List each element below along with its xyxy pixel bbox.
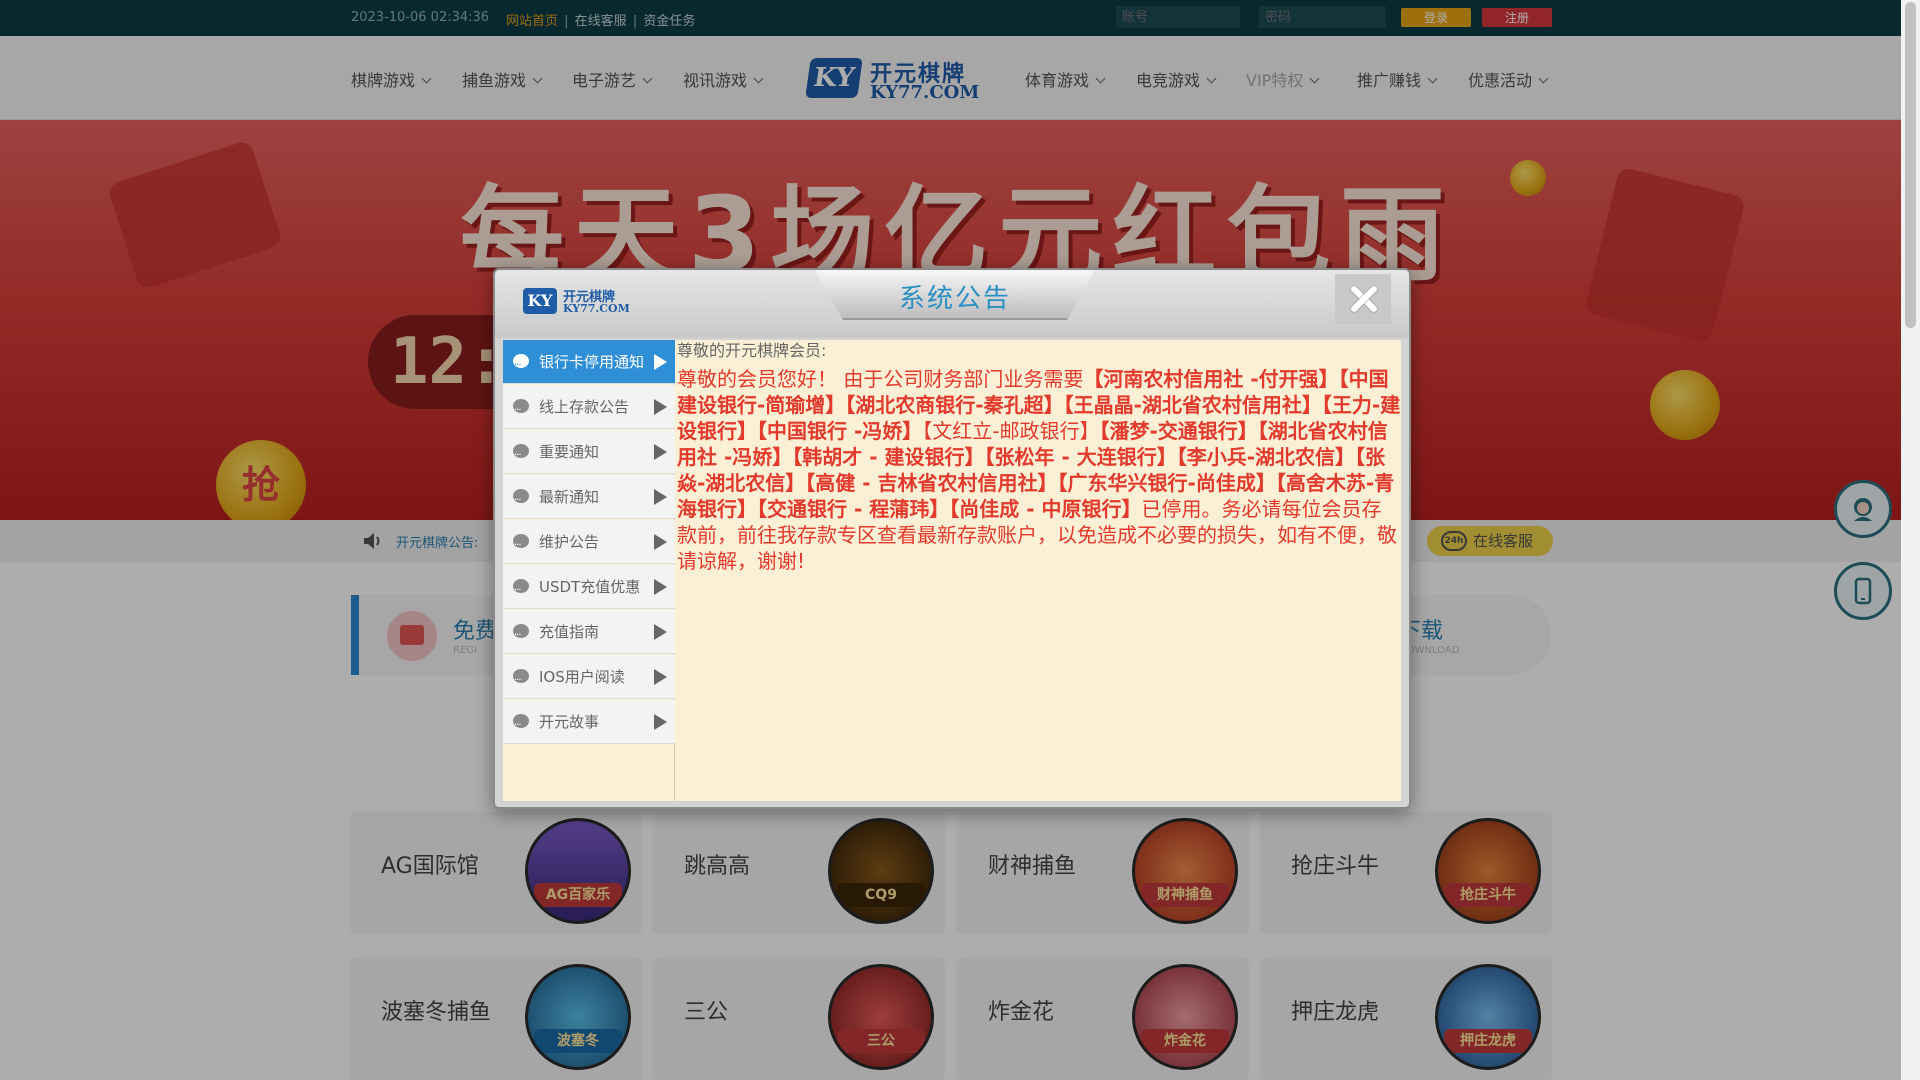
system-announcement-modal: KY 开元棋牌 KY77.COM 系统公告 银行卡停用通知 线上存款公告 重要通… [493, 268, 1411, 809]
chat-bubble-icon [513, 434, 529, 478]
tab-ios-users[interactable]: IOS用户阅读 [503, 655, 675, 703]
announcement-content: 尊敬的开元棋牌会员: 尊敬的会员您好！ 由于公司财务部门业务需要【河南农村信用社… [677, 340, 1401, 801]
chat-bubble-icon [513, 704, 529, 748]
arrow-right-icon [654, 534, 667, 550]
modal-header: KY 开元棋牌 KY77.COM 系统公告 [495, 270, 1409, 338]
arrow-right-icon [654, 399, 667, 415]
close-button[interactable] [1335, 274, 1391, 324]
tab-online-deposit[interactable]: 线上存款公告 [503, 385, 675, 433]
arrow-right-icon [654, 714, 667, 730]
announcement-tab-list: 银行卡停用通知 线上存款公告 重要通知 最新通知 维护公告 USDT充值优惠 充… [503, 340, 675, 801]
announcement-greeting: 尊敬的开元棋牌会员: [677, 341, 827, 360]
chat-bubble-icon [513, 614, 529, 658]
tab-bank-card-disabled[interactable]: 银行卡停用通知 [503, 340, 675, 388]
modal-title: 系统公告 [898, 284, 1011, 314]
tab-label: 重要通知 [539, 443, 600, 461]
chat-bubble-icon [513, 569, 529, 613]
modal-title-plate: 系统公告 [815, 270, 1095, 320]
tab-label: 充值指南 [539, 623, 600, 641]
tab-latest[interactable]: 最新通知 [503, 475, 675, 523]
tab-recharge-guide[interactable]: 充值指南 [503, 610, 675, 658]
tab-maintenance[interactable]: 维护公告 [503, 520, 675, 568]
arrow-right-icon [654, 579, 667, 595]
tab-label: 开元故事 [539, 713, 600, 731]
tab-kaiyuan-story[interactable]: 开元故事 [503, 700, 675, 748]
arrow-right-icon [654, 624, 667, 640]
arrow-right-icon [654, 444, 667, 460]
arrow-right-icon [654, 489, 667, 505]
scrollbar-thumb[interactable] [1905, 2, 1916, 328]
modal-logo-en: KY77.COM [563, 302, 630, 315]
tab-label: USDT充值优惠 [539, 578, 641, 596]
tab-important[interactable]: 重要通知 [503, 430, 675, 478]
tab-label: 最新通知 [539, 488, 600, 506]
chat-bubble-icon [513, 524, 529, 568]
chat-bubble-icon [513, 659, 529, 703]
tab-label: IOS用户阅读 [539, 668, 625, 686]
chat-bubble-icon [513, 389, 529, 433]
tab-label: 线上存款公告 [539, 398, 630, 416]
announcement-intro: 尊敬的会员您好！ 由于公司财务部门业务需要 [677, 367, 1084, 391]
modal-logo: KY 开元棋牌 KY77.COM [523, 284, 643, 324]
modal-body: 银行卡停用通知 线上存款公告 重要通知 最新通知 维护公告 USDT充值优惠 充… [503, 340, 1401, 801]
tab-label: 银行卡停用通知 [539, 353, 645, 371]
page-scrollbar[interactable] [1901, 0, 1920, 1080]
arrow-right-icon [654, 669, 667, 685]
arrow-right-icon [654, 354, 667, 370]
tab-label: 维护公告 [539, 533, 600, 551]
tab-usdt-promo[interactable]: USDT充值优惠 [503, 565, 675, 613]
announcement-text: 尊敬的会员您好！ 由于公司财务部门业务需要【河南农村信用社 -付开强】【中国建设… [677, 366, 1401, 574]
chat-bubble-icon [513, 344, 529, 388]
disabled-account-plain: 【文红立-邮政银行】 [922, 419, 1100, 443]
chat-bubble-icon [513, 479, 529, 523]
modal-logo-mark: KY [523, 288, 557, 314]
